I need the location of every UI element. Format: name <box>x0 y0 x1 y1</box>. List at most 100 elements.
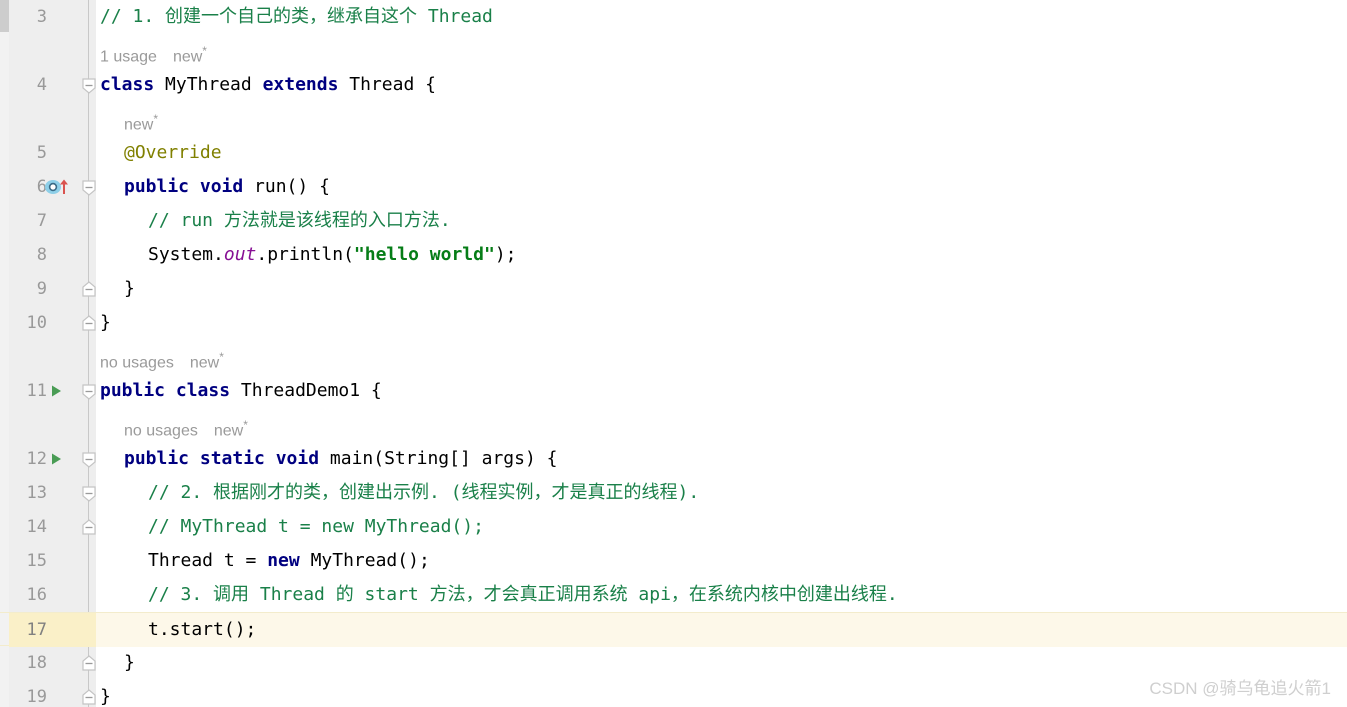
inlay-new-marker: * <box>243 418 248 432</box>
run-gutter-icon[interactable] <box>48 442 70 476</box>
code-token-plain: main(String[] args) { <box>329 448 558 469</box>
code-token-plain: } <box>124 652 135 673</box>
code-token-static-field: out <box>223 244 257 265</box>
inlay-hint-row[interactable]: 1 usage new* <box>96 34 207 68</box>
line-number: 18 <box>26 653 47 673</box>
code-token-plain: t.start(); <box>148 619 257 640</box>
code-text[interactable]: t.start(); <box>96 613 256 647</box>
code-token-string: "hello world" <box>353 244 495 265</box>
code-text[interactable]: // 3. 调用 Thread 的 start 方法，才会真正调用系统 api，… <box>96 578 898 612</box>
code-token-comment: // MyThread t = new MyThread(); <box>148 516 484 537</box>
inlay-new-hint[interactable]: new <box>214 422 243 439</box>
inlay-new-hint[interactable]: new <box>190 354 219 371</box>
code-line-current[interactable]: 17 t.start(); <box>0 612 1347 647</box>
line-number: 6 <box>36 177 47 197</box>
line-number: 13 <box>26 483 47 503</box>
code-token-plain: Thread { <box>349 74 436 95</box>
code-line[interactable]: 5 @Override <box>0 136 1347 170</box>
run-gutter-icon[interactable] <box>48 374 70 408</box>
inlay-new-marker: * <box>153 112 159 126</box>
code-token-keyword: extends <box>262 74 350 95</box>
code-token-comment: // run 方法就是该线程的入口方法. <box>148 210 451 231</box>
code-token-keyword: class <box>100 74 166 95</box>
line-number: 9 <box>36 279 47 299</box>
inlay-new-marker: * <box>219 350 224 364</box>
code-token-keyword: public class <box>100 380 241 401</box>
code-token-plain: Thread t = <box>148 550 268 571</box>
code-text[interactable]: System.out.println("hello world"); <box>96 238 517 272</box>
overriding-method-gutter-icon[interactable] <box>44 170 74 204</box>
line-number: 8 <box>36 245 47 265</box>
code-text[interactable]: } <box>96 272 135 306</box>
code-line[interactable]: 18} <box>0 646 1347 680</box>
inlay-usage-hint[interactable]: no usages <box>124 422 198 439</box>
code-text[interactable]: Thread t = new MyThread(); <box>96 544 430 578</box>
code-line[interactable]: 3 // 1. 创建一个自己的类，继承自这个 Thread <box>0 0 1347 34</box>
code-line[interactable]: 14 // MyThread t = new MyThread(); <box>0 510 1347 544</box>
code-text[interactable]: public class ThreadDemo1 { <box>96 374 382 408</box>
code-token-comment: // 1. 创建一个自己的类，继承自这个 Thread <box>100 6 493 27</box>
line-number: 4 <box>36 75 47 95</box>
code-line[interactable]: 19} <box>0 680 1347 707</box>
inlay-usage-hint[interactable]: no usages <box>100 354 174 371</box>
code-line[interactable]: 6 public void run() { <box>0 170 1347 204</box>
inlay-new-hint[interactable]: new <box>124 116 153 133</box>
code-line[interactable]: 11 public class ThreadDemo1 { <box>0 374 1347 408</box>
csdn-watermark: CSDN @骑乌龟追火箭1 <box>1149 679 1331 698</box>
code-line[interactable]: 13 // 2. 根据刚才的类，创建出示例. (线程实例，才是真正的线程). <box>0 476 1347 510</box>
inlay-hint-row[interactable]: new* <box>96 102 158 136</box>
code-token-comment: // 3. 调用 Thread 的 start 方法，才会真正调用系统 api，… <box>148 584 898 605</box>
code-text[interactable]: // 2. 根据刚才的类，创建出示例. (线程实例，才是真正的线程). <box>96 476 699 510</box>
code-text[interactable]: @Override <box>96 136 222 170</box>
code-token-plain: System. <box>148 244 224 265</box>
line-number: 11 <box>26 381 47 401</box>
inlay-usage-hint[interactable]: 1 usage <box>100 48 157 65</box>
code-text[interactable]: // MyThread t = new MyThread(); <box>96 510 484 544</box>
code-line[interactable]: 15 Thread t = new MyThread(); <box>0 544 1347 578</box>
code-token-plain: .println( <box>256 244 354 265</box>
code-line[interactable]: 8 System.out.println("hello world"); <box>0 238 1347 272</box>
code-token-plain: MyThread <box>165 74 263 95</box>
line-number: 15 <box>26 551 47 571</box>
inlay-hint-row[interactable]: no usages new* <box>96 340 224 374</box>
code-text[interactable]: } <box>96 646 135 680</box>
code-line[interactable]: 1 usage new* <box>0 34 1347 68</box>
code-line[interactable]: 16 // 3. 调用 Thread 的 start 方法，才会真正调用系统 ap… <box>0 578 1347 612</box>
line-number: 17 <box>26 620 47 640</box>
code-token-plain: MyThread(); <box>310 550 430 571</box>
code-line[interactable]: 10} <box>0 306 1347 340</box>
inlay-new-marker: * <box>202 44 207 58</box>
code-token-plain: } <box>100 312 111 333</box>
code-token-plain: run() { <box>254 176 330 197</box>
code-line[interactable]: 12 public static void main(String[] args)… <box>0 442 1347 476</box>
line-number: 10 <box>26 313 47 333</box>
line-number: 7 <box>36 211 47 231</box>
code-token-keyword: public void <box>124 176 255 197</box>
code-token-annotation: @Override <box>124 142 222 163</box>
code-token-comment: // 2. 根据刚才的类，创建出示例. (线程实例，才是真正的线程). <box>148 482 700 503</box>
code-text[interactable]: public void run() { <box>96 170 330 204</box>
code-editor[interactable]: 3// 1. 创建一个自己的类，继承自这个 Thread 1 usage new* 4… <box>0 0 1347 707</box>
inlay-hint-row[interactable]: no usages new* <box>96 408 248 442</box>
code-text[interactable]: // run 方法就是该线程的入口方法. <box>96 204 451 238</box>
code-token-plain: } <box>100 686 111 707</box>
code-text[interactable]: } <box>96 306 111 340</box>
code-line[interactable]: 4 class MyThread extends Thread { <box>0 68 1347 102</box>
code-text[interactable]: public static void main(String[] args) { <box>96 442 557 476</box>
code-token-plain: } <box>124 278 135 299</box>
code-text[interactable]: // 1. 创建一个自己的类，继承自这个 Thread <box>96 0 493 34</box>
code-text[interactable]: class MyThread extends Thread { <box>96 68 436 102</box>
code-line[interactable]: new* <box>0 102 1347 136</box>
code-token-plain: ); <box>494 244 517 265</box>
code-line[interactable]: 7 // run 方法就是该线程的入口方法. <box>0 204 1347 238</box>
code-line[interactable]: no usages new* <box>0 340 1347 374</box>
caret-line-highlight <box>96 613 1347 647</box>
line-number: 14 <box>26 517 47 537</box>
code-text[interactable]: } <box>96 680 111 707</box>
code-token-keyword: new <box>267 550 311 571</box>
code-token-plain: ThreadDemo1 { <box>240 380 382 401</box>
code-line[interactable]: no usages new* <box>0 408 1347 442</box>
code-line[interactable]: 9} <box>0 272 1347 306</box>
inlay-new-hint[interactable]: new <box>173 48 202 65</box>
line-number: 19 <box>26 687 47 707</box>
